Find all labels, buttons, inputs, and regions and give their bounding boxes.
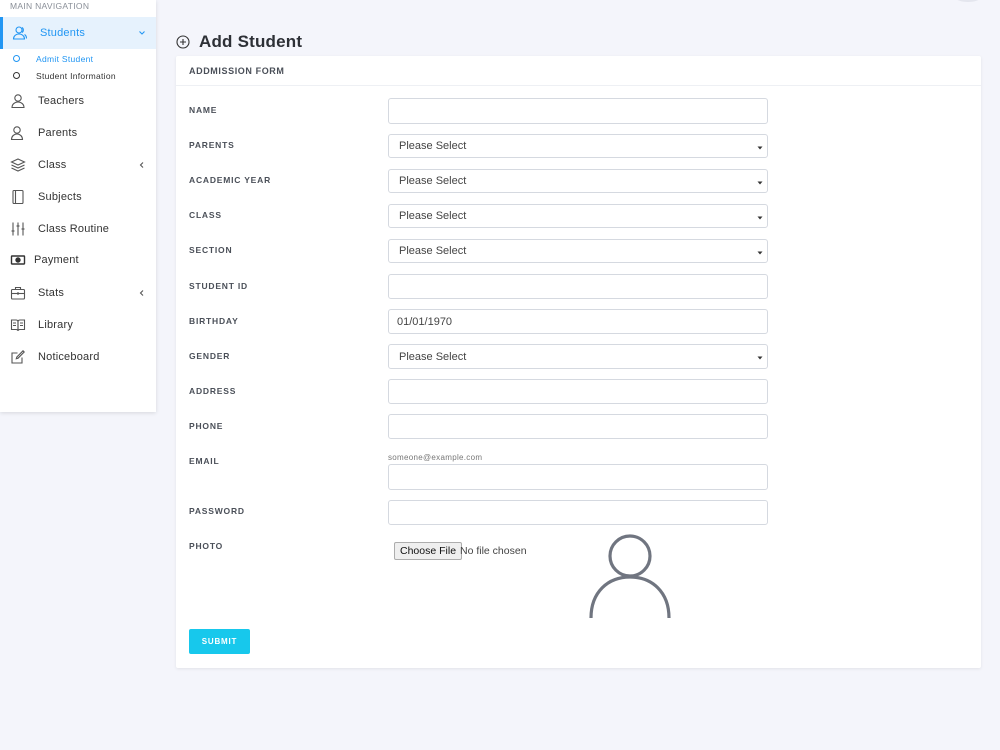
academic-year-select-value: Please Select <box>399 175 467 187</box>
class-select[interactable]: Please Select <box>388 204 768 228</box>
sidebar-item-noticeboard[interactable]: Noticeboard <box>0 341 156 373</box>
caret-down-icon <box>757 355 763 361</box>
student-id-label: STUDENT ID <box>189 281 248 291</box>
sidebar-item-label: Class <box>38 159 67 171</box>
email-label: EMAIL <box>189 456 220 466</box>
section-label: SECTION <box>189 245 233 255</box>
card-header: ADDMISSION FORM <box>176 56 981 86</box>
sidebar-subitem-student-information[interactable]: Student Information <box>0 68 156 85</box>
page-title: Add Student <box>176 32 302 52</box>
address-label: ADDRESS <box>189 386 237 396</box>
sidebar-item-payment[interactable]: Payment <box>0 244 156 276</box>
email-hint: someone@example.com <box>388 453 483 462</box>
chevron-down-icon <box>137 26 147 40</box>
circle-bullet-icon <box>13 72 20 79</box>
password-input[interactable] <box>388 500 768 525</box>
sidebar-item-label: Students <box>40 27 86 39</box>
sidebar-item-subjects[interactable]: Subjects <box>0 181 156 213</box>
sidebar: MAIN NAVIGATION Students Admit Student S… <box>0 0 156 412</box>
sidebar-item-teachers[interactable]: Teachers <box>0 85 156 117</box>
password-label: PASSWORD <box>189 506 245 516</box>
academic-year-label: ACADEMIC YEAR <box>189 175 272 185</box>
email-input[interactable] <box>388 464 768 490</box>
chevron-left-icon <box>137 286 147 300</box>
academic-year-select[interactable]: Please Select <box>388 169 768 193</box>
class-select-value: Please Select <box>399 210 467 222</box>
parents-select[interactable]: Please Select <box>388 134 768 158</box>
sidebar-item-label: Teachers <box>38 95 85 107</box>
sidebar-item-label: Subjects <box>38 191 82 203</box>
sidebar-item-class[interactable]: Class <box>0 149 156 181</box>
sliders-icon <box>10 221 26 237</box>
class-label: CLASS <box>189 210 222 220</box>
caret-down-icon <box>757 250 763 256</box>
sidebar-item-library[interactable]: Library <box>0 309 156 341</box>
parents-select-value: Please Select <box>399 140 467 152</box>
sidebar-item-label: Class Routine <box>38 223 110 235</box>
page-title-text: Add Student <box>199 32 303 51</box>
caret-down-icon <box>757 145 763 151</box>
sidebar-item-class-routine[interactable]: Class Routine <box>0 213 156 245</box>
user-icon <box>10 93 26 109</box>
sidebar-subitem-admit-student[interactable]: Admit Student <box>0 51 156 68</box>
phone-label: PHONE <box>189 421 224 431</box>
section-select-value: Please Select <box>399 245 467 257</box>
caret-down-icon <box>757 180 763 186</box>
chevron-left-icon <box>137 158 147 172</box>
open-book-icon <box>10 317 26 333</box>
circle-bullet-icon <box>13 55 20 62</box>
choose-file-button[interactable]: Choose File <box>394 542 463 560</box>
photo-label: PHOTO <box>189 541 224 551</box>
sidebar-item-stats[interactable]: Stats <box>0 277 156 309</box>
avatar-placeholder-icon <box>588 534 672 618</box>
user-icon <box>10 125 26 141</box>
caret-down-icon <box>757 215 763 221</box>
gender-select[interactable]: Please Select <box>388 344 768 369</box>
sidebar-item-students[interactable]: Students <box>0 17 156 49</box>
admission-form-card: ADDMISSION FORM NAME PARENTS Please Sele… <box>176 56 981 668</box>
sidebar-item-label: Library <box>38 319 74 331</box>
sidebar-item-label: Parents <box>38 127 78 139</box>
edit-icon <box>10 349 26 365</box>
plus-circle-icon <box>176 35 190 49</box>
layers-icon <box>10 157 26 173</box>
briefcase-icon <box>10 285 26 301</box>
nav-header: MAIN NAVIGATION <box>10 1 90 11</box>
parents-label: PARENTS <box>189 140 235 150</box>
birthday-input[interactable]: 01/01/1970 <box>388 309 768 334</box>
sidebar-item-parents[interactable]: Parents <box>0 117 156 149</box>
gender-label: GENDER <box>189 351 231 361</box>
address-input[interactable] <box>388 379 768 404</box>
name-label: NAME <box>189 105 218 115</box>
sidebar-item-label: Stats <box>38 287 65 299</box>
top-decoration <box>955 0 981 2</box>
file-status-text: No file chosen <box>460 545 527 557</box>
sidebar-item-label: Payment <box>34 254 79 266</box>
sidebar-item-label: Noticeboard <box>38 351 100 363</box>
money-icon <box>10 252 26 268</box>
student-id-input[interactable] <box>388 274 768 299</box>
birthday-label: BIRTHDAY <box>189 316 239 326</box>
book-icon <box>10 189 26 205</box>
phone-input[interactable] <box>388 414 768 439</box>
name-input[interactable] <box>388 98 768 124</box>
user-group-icon <box>12 25 28 41</box>
gender-select-value: Please Select <box>399 350 467 363</box>
submit-button[interactable]: SUBMIT <box>189 629 250 654</box>
sidebar-subitem-label: Admit Student <box>36 54 94 64</box>
card-header-title: ADDMISSION FORM <box>189 66 285 76</box>
sidebar-subitem-label: Student Information <box>36 71 116 81</box>
birthday-input-value: 01/01/1970 <box>397 315 453 328</box>
section-select[interactable]: Please Select <box>388 239 768 263</box>
